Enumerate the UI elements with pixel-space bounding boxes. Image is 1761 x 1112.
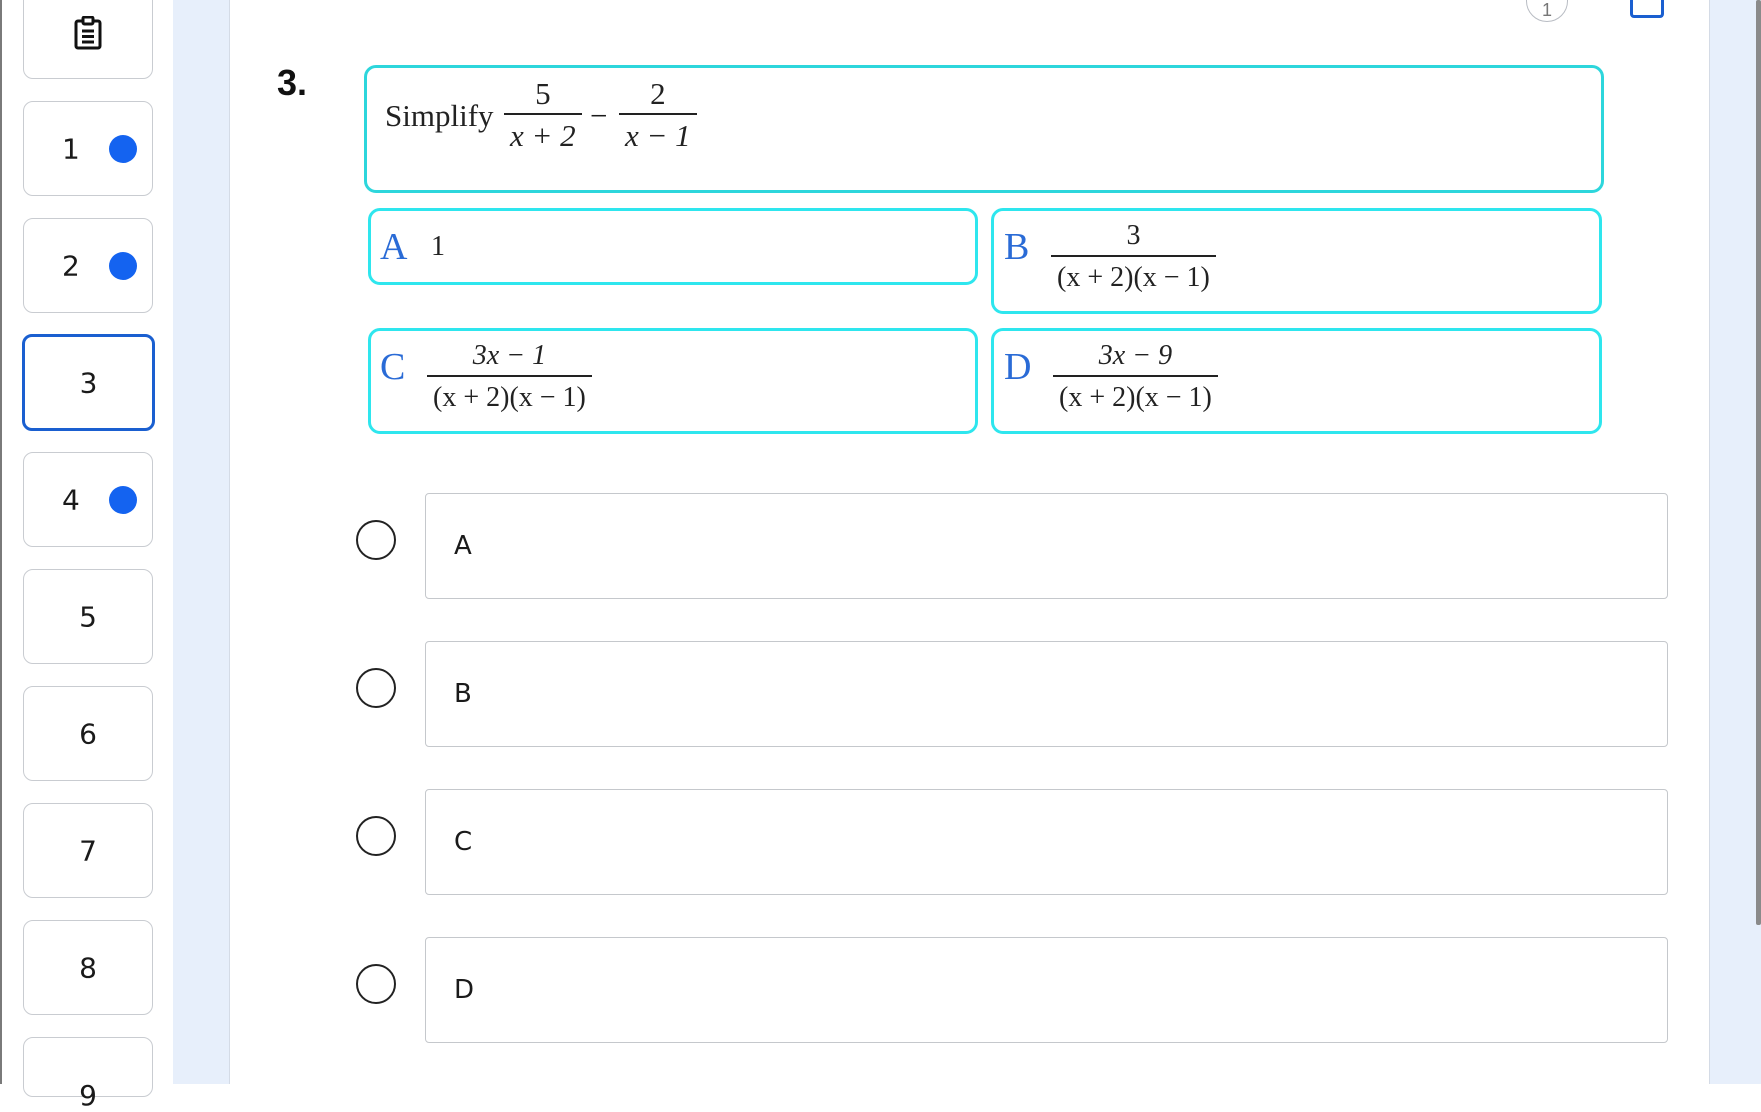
fraction-numerator: 3x − 1 <box>472 340 547 371</box>
fraction-numerator: 2 <box>650 76 666 111</box>
nav-question-number: 7 <box>79 834 97 867</box>
nav-question-number: 3 <box>79 366 98 399</box>
answer-choice-d[interactable]: D <box>425 937 1668 1043</box>
answer-label: D <box>454 975 475 1005</box>
answer-choice-c[interactable]: C <box>425 789 1668 895</box>
nav-question-8[interactable]: 8 <box>23 920 153 1015</box>
fraction-numerator: 3 <box>1126 220 1141 251</box>
nav-question-number: 6 <box>79 717 97 750</box>
clipboard-icon <box>74 16 102 50</box>
option-b-box: B 3 (x + 2)(x − 1) <box>991 208 1602 314</box>
question-stem: Simplify 5 x + 2 − 2 x − 1 <box>364 65 1604 193</box>
option-fraction: 3 (x + 2)(x − 1) <box>1051 217 1216 299</box>
option-a-box: A 1 <box>368 208 978 285</box>
radio-d[interactable] <box>356 964 396 1004</box>
option-c-box: C 3x − 1 (x + 2)(x − 1) <box>368 328 978 434</box>
minus-operator: − <box>590 98 608 133</box>
stem-fraction-2: 2 x − 1 <box>619 75 697 157</box>
nav-question-5[interactable]: 5 <box>23 569 153 664</box>
answered-indicator <box>109 251 137 280</box>
answer-label: C <box>454 827 473 857</box>
nav-question-7[interactable]: 7 <box>23 803 153 898</box>
nav-question-number: 2 <box>62 249 80 282</box>
option-value: 1 <box>431 231 445 262</box>
answered-indicator <box>109 134 137 163</box>
option-letter: A <box>380 226 408 268</box>
question-number: 3. <box>277 62 308 103</box>
review-list-button[interactable] <box>23 0 153 79</box>
fraction-denominator: (x + 2)(x − 1) <box>1057 262 1210 293</box>
radio-c[interactable] <box>356 816 396 856</box>
nav-question-6[interactable]: 6 <box>23 686 153 781</box>
answered-indicator <box>109 485 137 514</box>
option-letter: D <box>1004 346 1032 388</box>
radio-b[interactable] <box>356 668 396 708</box>
nav-question-2[interactable]: 2 <box>23 218 153 313</box>
nav-question-9[interactable]: 9 <box>23 1037 153 1112</box>
bookmark-icon[interactable] <box>1630 0 1664 18</box>
fraction-denominator: x − 1 <box>625 118 691 153</box>
answer-label: B <box>454 679 472 709</box>
nav-question-4[interactable]: 4 <box>23 452 153 547</box>
nav-question-1[interactable]: 1 <box>23 101 153 196</box>
option-letter: C <box>380 346 406 388</box>
nav-question-number: 4 <box>62 483 80 516</box>
question-prompt: Simplify <box>385 98 494 133</box>
option-letter: B <box>1004 226 1030 268</box>
nav-question-number: 5 <box>79 600 97 633</box>
fraction-denominator: x + 2 <box>510 118 576 153</box>
fraction-denominator: (x + 2)(x − 1) <box>433 382 586 413</box>
nav-question-number: 1 <box>62 132 80 165</box>
answer-label: A <box>454 531 472 561</box>
question-navigator: 1 2 3 4 5 6 7 8 9 <box>0 0 175 1112</box>
option-fraction: 3x − 1 (x + 2)(x − 1) <box>427 337 592 419</box>
nav-question-3[interactable]: 3 <box>22 334 155 431</box>
fraction-numerator: 3x − 9 <box>1098 340 1173 371</box>
left-gutter <box>173 0 230 1084</box>
option-d-box: D 3x − 9 (x + 2)(x − 1) <box>991 328 1602 434</box>
page-counter[interactable]: 1 <box>1526 0 1568 22</box>
radio-a[interactable] <box>356 520 396 560</box>
nav-question-number: 8 <box>79 951 97 984</box>
scrollbar[interactable] <box>1756 0 1761 925</box>
fraction-numerator: 5 <box>535 76 551 111</box>
right-gutter <box>1709 0 1761 1084</box>
stem-fraction-1: 5 x + 2 <box>504 75 582 157</box>
fraction-denominator: (x + 2)(x − 1) <box>1059 382 1212 413</box>
answer-choice-b[interactable]: B <box>425 641 1668 747</box>
answer-choice-a[interactable]: A <box>425 493 1668 599</box>
option-fraction: 3x − 9 (x + 2)(x − 1) <box>1053 337 1218 419</box>
